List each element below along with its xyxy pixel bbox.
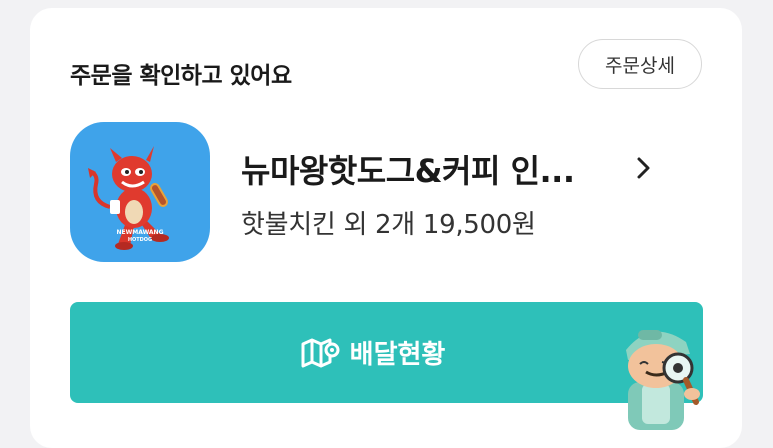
devil-mascot-icon: NEWMAWANG HOTDOG <box>88 146 169 250</box>
store-logo[interactable]: NEWMAWANG HOTDOG <box>70 122 210 262</box>
order-summary: 핫불치킨 외 2개 19,500원 <box>241 210 536 240</box>
store-name[interactable]: 뉴마왕핫도그&커피 인... <box>241 146 601 192</box>
delivery-status-button[interactable]: 배달현황 <box>70 302 703 403</box>
map-icon <box>301 338 340 367</box>
order-status-title: 주문을 확인하고 있어요 <box>70 63 292 89</box>
chevron-right-icon[interactable] <box>630 154 658 182</box>
delivery-mascot-icon <box>626 330 700 430</box>
delivery-status-label: 배달현황 <box>349 340 446 370</box>
order-detail-button[interactable]: 주문상세 <box>578 39 702 89</box>
order-status-card: 주문을 확인하고 있어요 주문상세 NEWMAWANG HOTDOG 뉴마왕핫도… <box>30 8 742 448</box>
store-logo-text: NEWMAWANG <box>116 229 163 236</box>
svg-text:HOTDOG: HOTDOG <box>128 237 152 243</box>
